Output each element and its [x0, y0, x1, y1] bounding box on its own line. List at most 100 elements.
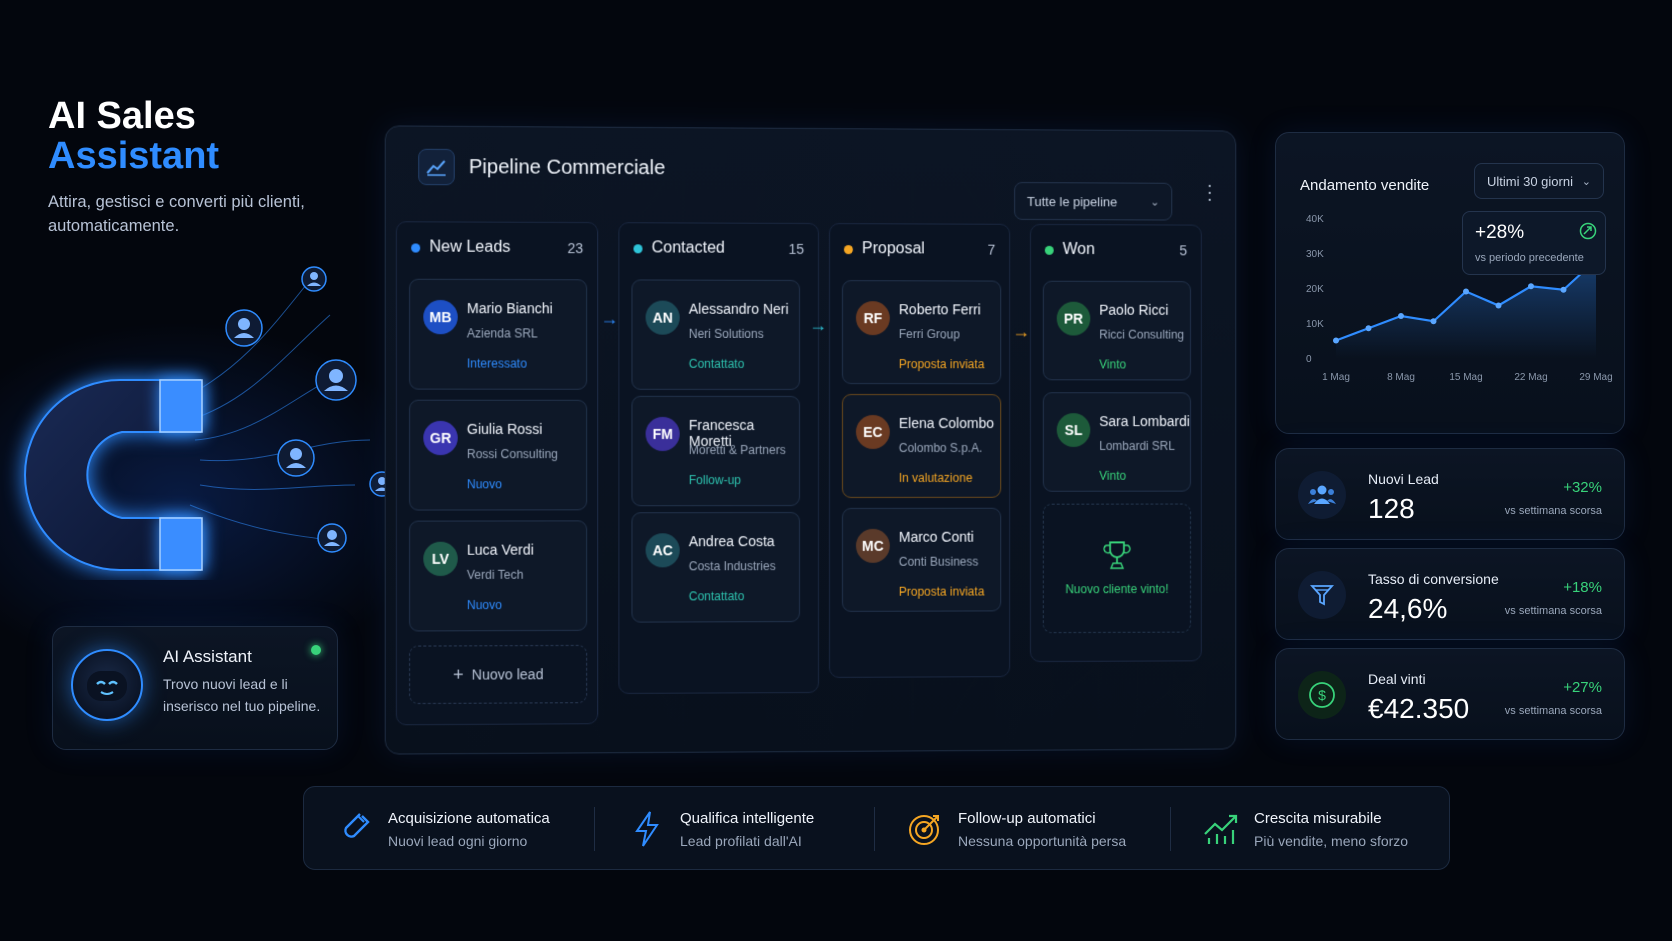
feature-title: Crescita misurabile [1254, 809, 1382, 827]
lead-name: Paolo Ricci [1099, 301, 1169, 318]
features-bar: Acquisizione automatica Nuovi lead ogni … [303, 786, 1450, 870]
data-point [1398, 313, 1404, 319]
kpi-compare: vs settimana scorsa [1504, 705, 1602, 717]
avatar: PR [1056, 301, 1091, 336]
avatar: LV [423, 541, 458, 577]
y-tick-label: 40K [1306, 214, 1324, 225]
column-count: 23 [567, 240, 584, 257]
kpi-label: Deal vinti [1368, 671, 1426, 687]
user-icon [317, 523, 347, 553]
lead-company: Lombardi SRL [1099, 439, 1175, 453]
sales-chart-panel: Andamento vendite Ultimi 30 giorni ⌄ 0 10… [1275, 132, 1625, 434]
column-title: Won [1062, 240, 1095, 258]
x-tick-label: 29 Mag [1579, 372, 1612, 383]
data-point [1528, 283, 1534, 290]
x-tick-label: 8 Mag [1387, 372, 1415, 383]
lead-company: Costa Industries [688, 559, 776, 574]
column-count: 15 [788, 240, 805, 257]
assistant-title: AI Assistant [163, 647, 252, 666]
kpi-delta: +27% [1563, 679, 1602, 696]
avatar: EC [855, 415, 890, 449]
column-title: Contacted [651, 239, 725, 257]
column-contacted: Contacted 15 AN Alessandro Neri Neri Sol… [618, 222, 819, 694]
lead-card[interactable]: FM Francesca Moretti Moretti & Partners … [631, 395, 801, 507]
lead-status: Nuovo [466, 597, 502, 613]
lead-card[interactable]: MB Mario Bianchi Azienda SRL Interessato [409, 278, 588, 390]
feature-subtitle: Più vendite, meno sforzo [1254, 832, 1409, 849]
data-point [1495, 302, 1502, 309]
user-icon [225, 309, 263, 347]
lead-status: Vinto [1099, 468, 1127, 483]
hero-title-line1: AI Sales [48, 95, 196, 137]
kpi-value: €42.350 [1368, 693, 1470, 724]
growth-value: +28% [1475, 222, 1525, 243]
lead-status: In valutazione [898, 470, 973, 485]
kpi-label: Nuovi Lead [1368, 471, 1439, 487]
divider [1170, 807, 1171, 851]
kpi-delta: +18% [1563, 579, 1602, 596]
x-tick-label: 15 Mag [1449, 372, 1482, 383]
arrow-right-icon: → [1012, 321, 1030, 342]
lead-company: Moretti & Partners [688, 443, 786, 458]
pipeline-title: Pipeline Commerciale [468, 155, 666, 179]
column-title: New Leads [429, 238, 511, 256]
lightning-icon [626, 808, 668, 850]
lead-company: Neri Solutions [688, 326, 764, 341]
lead-status: Follow-up [688, 473, 741, 488]
assistant-message: Trovo nuovi lead e li inserisco nel tuo … [163, 676, 321, 714]
add-lead-button[interactable]: + Nuovo lead [409, 644, 588, 705]
lead-status: Contattato [688, 356, 745, 371]
lead-company: Rossi Consulting [466, 447, 558, 462]
lead-name: Andrea Costa [688, 533, 775, 550]
lead-status: Proposta inviata [898, 357, 985, 372]
lead-card[interactable]: LV Luca Verdi Verdi Tech Nuovo [409, 520, 588, 632]
pipeline-filter-select[interactable]: Tutte le pipeline ⌄ [1014, 182, 1173, 221]
growth-compare: vs periodo precedente [1475, 252, 1584, 264]
online-status-dot [311, 645, 321, 655]
robot-icon [71, 649, 143, 721]
y-tick-label: 0 [1306, 354, 1312, 365]
kpi-delta: +32% [1563, 479, 1602, 496]
won-placeholder: Nuovo cliente vinto! [1042, 503, 1191, 634]
feature-subtitle: Nuovi lead ogni giorno [388, 832, 528, 849]
funnel-icon [1298, 571, 1346, 619]
trend-up-icon [1579, 222, 1597, 240]
lead-company: Conti Business [898, 554, 979, 569]
feature-item: Acquisizione automatica Nuovi lead ogni … [334, 787, 550, 871]
lead-card[interactable]: AN Alessandro Neri Neri Solutions Contat… [631, 279, 801, 390]
growth-badge: +28% vs periodo precedente [1462, 211, 1606, 275]
lead-status: Proposta inviata [898, 584, 985, 599]
magnet-icon [334, 808, 376, 850]
column-header: Proposal 7 [843, 240, 995, 259]
avatar: AC [645, 533, 680, 568]
lead-card[interactable]: RF Roberto Ferri Ferri Group Proposta in… [841, 280, 1002, 385]
user-icon [315, 359, 357, 401]
data-point [1333, 337, 1339, 344]
feature-title: Qualifica intelligente [680, 809, 815, 827]
status-dot [411, 242, 421, 253]
kpi-card-new-leads: Nuovi Lead 128 +32% vs settimana scorsa [1275, 448, 1625, 540]
lead-card[interactable]: AC Andrea Costa Costa Industries Contatt… [631, 512, 801, 623]
x-tick-label: 1 Mag [1322, 372, 1350, 383]
ai-assistant-card[interactable]: AI Assistant Trovo nuovi lead e li inser… [52, 626, 338, 750]
lead-card[interactable]: PR Paolo Ricci Ricci Consulting Vinto [1042, 280, 1191, 381]
lead-status: Contattato [688, 589, 745, 604]
lead-card[interactable]: MC Marco Conti Conti Business Proposta i… [841, 507, 1002, 612]
chart-line-icon [418, 148, 455, 186]
lead-card[interactable]: EC Elena Colombo Colombo S.p.A. In valut… [841, 394, 1002, 498]
y-tick-label: 20K [1306, 284, 1324, 295]
lead-name: Luca Verdi [466, 541, 534, 558]
y-tick-label: 30K [1306, 249, 1324, 260]
lead-card[interactable]: SL Sara Lombardi Lombardi SRL Vinto [1042, 392, 1191, 492]
y-tick-label: 10K [1306, 319, 1324, 330]
arrow-right-icon: → [809, 314, 827, 336]
column-header: Contacted 15 [633, 239, 804, 258]
lead-card[interactable]: GR Giulia Rossi Rossi Consulting Nuovo [409, 399, 588, 511]
lead-name: Marco Conti [898, 528, 974, 545]
users-icon [1298, 471, 1346, 519]
lead-name: Giulia Rossi [466, 420, 543, 437]
lead-company: Ferri Group [898, 327, 960, 342]
avatar: SL [1056, 413, 1091, 447]
more-options-icon[interactable]: ⋮ [1200, 182, 1220, 204]
status-dot [633, 243, 643, 253]
